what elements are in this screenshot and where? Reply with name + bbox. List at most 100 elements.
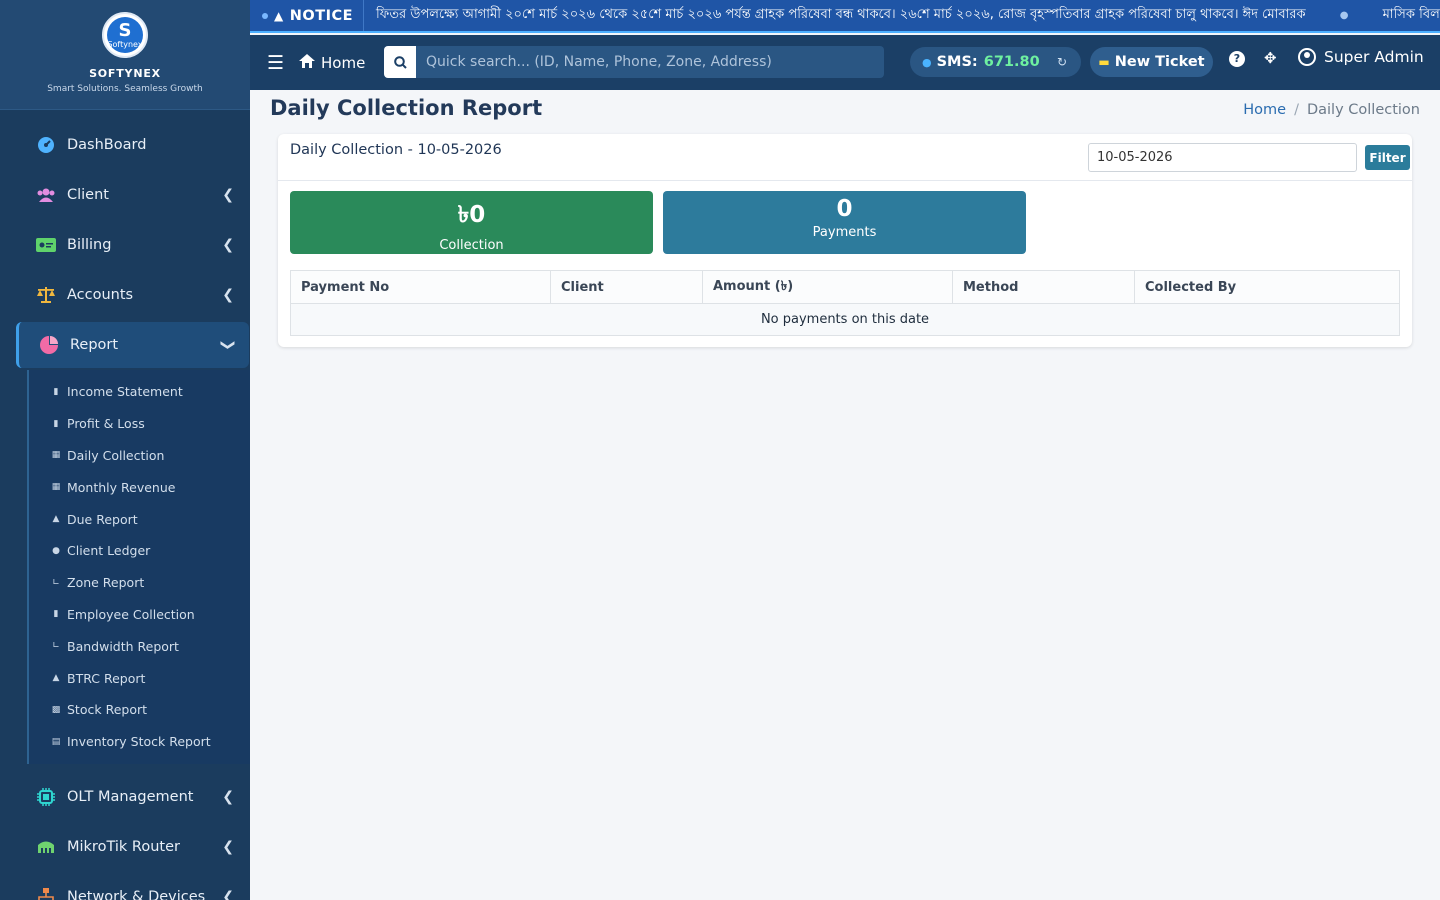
sub-label: Client Ledger <box>67 543 151 559</box>
column-header-payment-no[interactable]: Payment No <box>290 270 551 304</box>
notice-marquee: ফিতর উপলক্ষ্যে আগামী ২০শে মার্চ ২০২৬ থেক… <box>364 5 1440 26</box>
new-ticket-button[interactable]: ▬ New Ticket <box>1090 47 1213 77</box>
warehouse-icon: ▤ <box>51 736 61 747</box>
user-name: Super Admin <box>1324 48 1424 66</box>
sidebar-item-label: Report <box>70 337 119 353</box>
home-label: Home <box>321 53 366 72</box>
router-icon <box>36 837 56 857</box>
boxes-icon: ▩ <box>51 704 61 715</box>
user-icon: ● <box>52 545 60 556</box>
notice-bar: ▲ NOTICE ফিতর উপলক্ষ্যে আগামী ২০শে মার্চ… <box>250 0 1440 33</box>
payments-value: 0 <box>836 196 853 222</box>
comment-icon: ● <box>922 55 932 69</box>
calendar-icon: ▦ <box>51 482 61 493</box>
sub-label: Bandwidth Report <box>67 638 179 654</box>
notice-dot-icon <box>262 12 268 19</box>
column-header-client[interactable]: Client <box>550 270 703 304</box>
table-row: No payments on this date <box>290 303 1400 336</box>
sidebar-item-olt-management[interactable]: OLT Management ❮ <box>0 772 250 822</box>
topbar-home-link[interactable]: Home <box>299 53 366 72</box>
users-icon <box>36 185 56 205</box>
building-icon: ▲ <box>52 673 60 684</box>
payments-table: Payment No Client Amount (৳) Method Coll… <box>290 270 1400 336</box>
sidebar-sub-monthly-revenue[interactable]: ▦ Monthly Revenue <box>29 471 250 503</box>
sidebar: S Softynex SOFTYNEX Smart Solutions. Sea… <box>0 0 250 900</box>
warning-icon: ▲ <box>52 514 60 525</box>
sub-label: Employee Collection <box>67 606 195 622</box>
sidebar-item-report[interactable]: Report ❮ <box>16 322 249 368</box>
chart-line-icon: ∟ <box>52 577 60 588</box>
sidebar-item-mikrotik-router[interactable]: MikroTik Router ❮ <box>0 822 250 872</box>
home-icon <box>299 53 315 72</box>
chevron-down-icon: ❮ <box>219 339 236 351</box>
search-input[interactable] <box>416 46 884 78</box>
page-title: Daily Collection Report <box>270 96 543 120</box>
file-icon: ▮ <box>53 386 59 397</box>
card-header: Daily Collection - 10-05-2026 Filter <box>278 134 1412 181</box>
sidebar-sub-daily-collection[interactable]: ▦ Daily Collection <box>29 440 250 472</box>
notice-separator-icon: ● <box>1339 10 1349 21</box>
refresh-icon[interactable]: ↻ <box>1057 55 1067 69</box>
chevron-left-icon: ❮ <box>222 838 234 855</box>
topbar: ☰ Home ● SMS: 671.80 ↻ ▬ New Ticket ? ✥ … <box>250 35 1440 90</box>
column-header-method[interactable]: Method <box>952 270 1135 304</box>
collection-value: ৳0 <box>457 202 486 228</box>
logo-badge: S Softynex <box>107 17 143 53</box>
sidebar-item-accounts[interactable]: Accounts ❮ <box>0 270 250 320</box>
sidebar-nav: DashBoard Client ❮ Billing ❮ Accounts ❮ <box>0 120 250 900</box>
sidebar-item-label: DashBoard <box>67 137 147 153</box>
sms-label: SMS: <box>936 54 978 70</box>
sidebar-item-billing[interactable]: Billing ❮ <box>0 220 250 270</box>
brand: S Softynex SOFTYNEX Smart Solutions. Sea… <box>0 0 250 110</box>
sidebar-sub-zone-report[interactable]: ∟ Zone Report <box>29 567 250 599</box>
fullscreen-icon[interactable]: ✥ <box>1264 49 1277 67</box>
brand-logo[interactable]: S Softynex <box>102 12 148 58</box>
quick-search <box>384 46 884 78</box>
column-header-amount[interactable]: Amount (৳) <box>702 270 953 304</box>
daily-collection-card: Daily Collection - 10-05-2026 Filter ৳0 … <box>278 134 1412 347</box>
sub-label: Due Report <box>67 511 138 527</box>
balance-scale-icon <box>36 285 56 305</box>
notice-label: NOTICE <box>289 7 354 24</box>
sub-label: Stock Report <box>67 702 148 718</box>
sms-balance[interactable]: ● SMS: 671.80 ↻ <box>910 47 1081 77</box>
breadcrumb-home-link[interactable]: Home <box>1243 102 1286 118</box>
sidebar-sub-employee-collection[interactable]: ▮ Employee Collection <box>29 599 250 631</box>
bell-icon: ▲ <box>274 8 284 23</box>
sub-label: Inventory Stock Report <box>67 734 211 750</box>
help-icon[interactable]: ? <box>1229 51 1245 67</box>
chevron-left-icon: ❮ <box>222 888 234 900</box>
chevron-left-icon: ❮ <box>222 187 234 203</box>
date-field[interactable] <box>1088 143 1357 172</box>
sidebar-sub-income-statement[interactable]: ▮ Income Statement <box>29 376 250 408</box>
sms-value: 671.80 <box>983 54 1040 70</box>
sidebar-sub-client-ledger[interactable]: ● Client Ledger <box>29 535 250 567</box>
gauge-icon <box>36 135 56 155</box>
filter-button[interactable]: Filter <box>1365 145 1410 170</box>
notice-tag: ▲ NOTICE <box>250 0 365 31</box>
sidebar-sub-stock-report[interactable]: ▩ Stock Report <box>29 694 250 726</box>
sidebar-sub-inventory-stock-report[interactable]: ▤ Inventory Stock Report <box>29 726 250 758</box>
empty-state-text: No payments on this date <box>290 303 1400 336</box>
sidebar-sub-btrc-report[interactable]: ▲ BTRC Report <box>29 662 250 694</box>
payments-label: Payments <box>812 225 877 240</box>
sub-label: Monthly Revenue <box>67 479 176 495</box>
logo-text: Softynex <box>107 39 143 49</box>
sidebar-sub-profit-loss[interactable]: ▮ Profit & Loss <box>29 408 250 440</box>
brand-name: SOFTYNEX <box>89 67 161 80</box>
sidebar-item-network-devices[interactable]: Network & Devices ❮ <box>0 872 250 900</box>
sidebar-item-label: Accounts <box>67 287 134 303</box>
sidebar-sub-due-report[interactable]: ▲ Due Report <box>29 503 250 535</box>
chevron-left-icon: ❮ <box>222 287 234 303</box>
sidebar-item-label: MikroTik Router <box>67 838 180 855</box>
sidebar-sub-bandwidth-report[interactable]: ∟ Bandwidth Report <box>29 630 250 662</box>
sub-label: Daily Collection <box>67 447 165 463</box>
sidebar-item-dashboard[interactable]: DashBoard <box>0 120 250 170</box>
payments-stat: 0 Payments <box>663 191 1026 254</box>
hamburger-menu-icon[interactable]: ☰ <box>267 52 285 74</box>
user-menu[interactable]: Super Admin <box>1298 48 1424 66</box>
collection-stat: ৳0 Collection <box>290 191 653 254</box>
column-header-collected-by[interactable]: Collected By <box>1134 270 1400 304</box>
search-icon[interactable] <box>384 46 416 78</box>
sidebar-item-client[interactable]: Client ❮ <box>0 170 250 220</box>
